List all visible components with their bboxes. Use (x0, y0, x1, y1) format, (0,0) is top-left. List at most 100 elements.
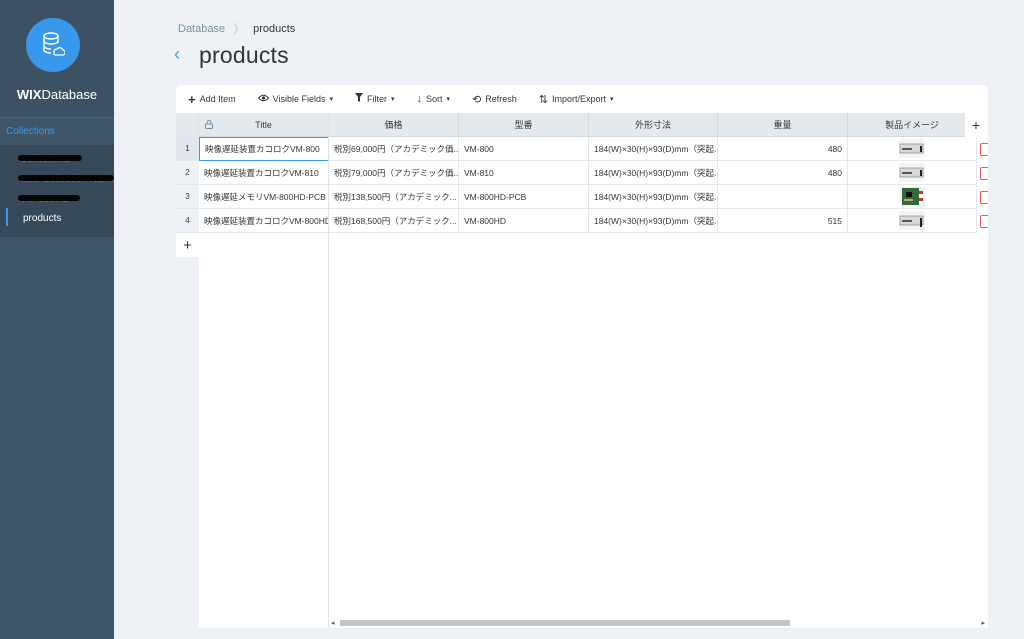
column-header-weight[interactable]: 重量 (718, 113, 848, 137)
table-cell-price[interactable]: 税別168,500円（アカデミック... (329, 209, 459, 233)
add-item-button[interactable]: + Add Item (188, 92, 236, 107)
table-cell-image[interactable] (848, 209, 977, 233)
table-cell-price[interactable]: 税別138,500円（アカデミック... (329, 185, 459, 209)
table-cell-model[interactable]: VM-810 (459, 161, 589, 185)
product-device-image (899, 211, 925, 230)
sort-label: Sort (426, 94, 443, 104)
row-number[interactable]: 3 (176, 185, 199, 209)
row-number[interactable]: 1 (176, 137, 199, 161)
table-cell-title[interactable]: 映像遅延装置カコロクVM-810 (199, 161, 329, 185)
add-column-button[interactable]: + (965, 113, 987, 137)
table-cell-model[interactable]: VM-800HD (459, 209, 589, 233)
table-cell-price[interactable]: 税別69,000円（アカデミック価... (329, 137, 459, 161)
table-cell-image[interactable] (848, 185, 977, 209)
refresh-label: Refresh (485, 94, 517, 104)
import-export-label: Import/Export (552, 94, 607, 104)
column-header-label: 価格 (384, 120, 403, 130)
table-cell-dimensions[interactable]: 184(W)×30(H)×93(D)mm（突起... (589, 161, 718, 185)
column-header-image[interactable]: 製品イメージ (848, 113, 977, 137)
active-indicator (6, 208, 8, 226)
table-cell-model[interactable]: VM-800HD-PCB (459, 185, 589, 209)
table-cell-weight[interactable] (718, 185, 848, 209)
image-edit-icon[interactable] (980, 167, 988, 180)
chevron-down-icon: ▾ (446, 96, 451, 103)
product-device-image (899, 139, 925, 158)
product-device-image (899, 163, 925, 182)
sort-button[interactable]: ↓ Sort ▾ (417, 93, 451, 105)
redaction-bar (18, 155, 82, 161)
table-cell-dimensions[interactable]: 184(W)×30(H)×93(D)mm（突起... (589, 209, 718, 233)
column-header-label: Title (255, 119, 272, 130)
collection-item-products[interactable]: products (23, 211, 61, 225)
refresh-icon: ⟲ (472, 93, 482, 106)
image-edit-icon[interactable] (980, 191, 988, 204)
column-header-label: 製品イメージ (885, 120, 939, 130)
back-arrow-icon[interactable]: ‹ (174, 45, 186, 65)
row-number[interactable]: 2 (176, 161, 199, 185)
chevron-down-icon: ▾ (329, 96, 333, 103)
table-cell-weight[interactable]: 480 (718, 161, 848, 185)
breadcrumb-separator-icon: 〉 (233, 22, 246, 36)
row-number-column: 1 2 3 4 (176, 113, 199, 233)
table-cell-dimensions[interactable]: 184(W)×30(H)×93(D)mm（突起... (589, 137, 718, 161)
scroll-left-icon[interactable]: ◂ (331, 619, 335, 627)
visible-fields-button[interactable]: Visible Fields ▾ (257, 93, 333, 105)
add-item-label: Add Item (199, 94, 236, 104)
brand-bold: WIX (16, 87, 42, 102)
scrollbar-thumb[interactable] (340, 620, 790, 626)
brand-rest: Database (41, 87, 98, 102)
collections-list: Collection1 New Collection Name VM-800HD… (0, 145, 116, 237)
toolbar: + Add Item Visible Fields ▾ Filter ▾ ↓ S… (176, 85, 988, 113)
horizontal-scrollbar[interactable]: ◂ ▸ (329, 618, 988, 628)
lock-icon (205, 120, 213, 131)
scroll-right-icon[interactable]: ▸ (981, 619, 985, 627)
plus-icon: + (188, 91, 196, 107)
breadcrumb-current: products (253, 22, 296, 35)
add-row-button[interactable]: + (176, 233, 199, 257)
column-header-label: 重量 (773, 120, 792, 130)
table-cell-title[interactable]: 映像遅延装置カコロクVM-800 (199, 137, 329, 161)
import-export-icon: ⇅ (538, 93, 548, 106)
database-icon (26, 18, 80, 72)
column-header-label: 外形寸法 (634, 120, 671, 130)
table-cell-weight[interactable]: 515 (718, 209, 848, 233)
filter-button[interactable]: Filter ▾ (355, 93, 395, 105)
table-cell-price[interactable]: 税別79,000円（アカデミック価... (329, 161, 459, 185)
column-header-price[interactable]: 価格 (329, 113, 459, 137)
table-cell-title[interactable]: 映像遅延装置カコロクVM-800HD (199, 209, 329, 233)
breadcrumb: Database 〉 products (178, 20, 295, 37)
refresh-button[interactable]: ⟲ Refresh (472, 93, 517, 106)
column-header-model[interactable]: 型番 (459, 113, 589, 137)
row-number-header (176, 113, 199, 137)
frozen-column-divider (328, 113, 329, 628)
sort-icon: ↓ (416, 93, 423, 105)
table-cell-image[interactable] (848, 137, 977, 161)
column-header-dimensions[interactable]: 外形寸法 (589, 113, 718, 137)
import-export-button[interactable]: ⇅ Import/Export ▾ (539, 93, 614, 106)
collections-label[interactable]: Collections (6, 126, 55, 137)
table-cell-image[interactable] (848, 161, 977, 185)
breadcrumb-root[interactable]: Database (178, 23, 225, 35)
image-edit-icon[interactable] (980, 143, 988, 156)
column-header-title[interactable]: Title (199, 113, 329, 137)
product-pcb-image (899, 187, 925, 206)
image-edit-icon[interactable] (980, 215, 988, 228)
eye-icon (257, 93, 269, 105)
sidebar: WIXDatabase Collections Collection1 New … (0, 0, 116, 639)
chevron-down-icon: ▾ (391, 96, 395, 103)
row-number[interactable]: 4 (176, 209, 199, 233)
redaction-bar (18, 175, 114, 181)
filter-icon (355, 93, 363, 105)
table-cell-model[interactable]: VM-800 (459, 137, 589, 161)
table-cell-title[interactable]: 映像遅延メモリVM-800HD-PCB (199, 185, 329, 209)
chevron-down-icon: ▾ (610, 96, 614, 103)
table-cell-weight[interactable]: 480 (718, 137, 848, 161)
data-grid: 1 2 3 4 + Title 価格 型番 外形寸法 重量 製品イメージ + 映… (176, 113, 988, 628)
sidebar-divider (0, 117, 114, 118)
sidebar-header: WIXDatabase (0, 0, 114, 117)
visible-fields-label: Visible Fields (272, 94, 326, 104)
brand-name: WIXDatabase (0, 87, 114, 102)
collection-item-label: products (23, 212, 62, 224)
table-body: Title 価格 型番 外形寸法 重量 製品イメージ + 映像遅延装置カコロクV… (199, 113, 988, 628)
table-cell-dimensions[interactable]: 184(W)×30(H)×93(D)mm（突起... (589, 185, 718, 209)
